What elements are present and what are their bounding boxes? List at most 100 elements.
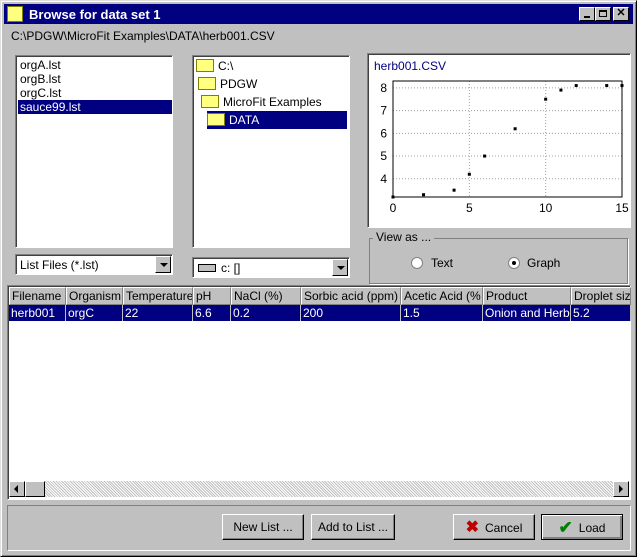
folder-tree-item[interactable]: MicroFit Examples [201, 93, 322, 111]
chart-axes: 0 5 10 15 4 5 6 7 8 [380, 80, 629, 215]
chevron-right-icon [619, 485, 623, 493]
cancel-button[interactable]: ✖ Cancel [453, 514, 535, 540]
folder-tree-item[interactable]: PDGW [198, 75, 257, 93]
drive-icon [198, 264, 216, 272]
folder-tree-item[interactable]: C:\ [196, 57, 233, 75]
column-header[interactable]: pH [193, 287, 231, 305]
column-header[interactable]: Organism [66, 287, 123, 305]
folder-label: DATA [229, 113, 260, 127]
data-point [544, 97, 548, 101]
load-button[interactable]: ✔ Load [541, 514, 623, 540]
x-tick-label: 5 [466, 201, 473, 215]
data-point [605, 84, 609, 88]
table-cell[interactable]: 5.2 [571, 305, 631, 321]
folder-tree[interactable]: C:\ PDGW MicroFit Examples DATA [192, 55, 350, 248]
chart-title: herb001.CSV [374, 59, 446, 73]
view-as-text-radio[interactable] [411, 257, 423, 269]
data-table[interactable]: Filename Organism Temperature pH NaCl (%) Sor… [7, 285, 631, 500]
column-header[interactable]: Filename [9, 287, 66, 305]
data-point [452, 188, 456, 192]
column-header[interactable]: NaCl (%) [231, 287, 301, 305]
folder-icon [198, 77, 216, 91]
chart-grid [392, 81, 623, 197]
column-header[interactable]: Product [483, 287, 571, 305]
file-type-value: List Files (*.lst) [20, 258, 99, 272]
column-header[interactable]: Droplet size [571, 287, 631, 305]
file-list-item[interactable]: sauce99.lst [18, 100, 172, 114]
title-bar[interactable]: Browse for data set 1 ✕ [4, 4, 633, 24]
drive-combo[interactable]: c: [] [192, 257, 350, 278]
minimize-button[interactable] [579, 7, 595, 21]
file-list-item[interactable]: orgA.lst [18, 58, 63, 72]
minimize-icon [584, 16, 590, 18]
folder-icon [201, 95, 219, 109]
browse-dialog: Browse for data set 1 ✕ C:\PDGW\MicroFit… [0, 0, 637, 557]
new-list-button[interactable]: New List ... [222, 514, 304, 540]
add-to-list-button[interactable]: Add to List ... [311, 514, 395, 540]
scroll-right-button[interactable] [613, 481, 629, 497]
column-header[interactable]: Sorbic acid (ppm) [301, 287, 401, 305]
chart-points [391, 84, 624, 199]
table-cell[interactable]: 1.5 [401, 305, 483, 321]
folder-tree-item[interactable]: DATA [207, 111, 347, 129]
table-cell[interactable]: Onion and Herb [483, 305, 571, 321]
column-header[interactable]: Temperature [123, 287, 193, 305]
current-file-path: C:\PDGW\MicroFit Examples\DATA\herb001.C… [11, 29, 275, 43]
y-tick-label: 4 [380, 172, 387, 186]
data-point [422, 193, 426, 197]
data-point [559, 88, 563, 92]
folder-label: MicroFit Examples [223, 95, 322, 109]
column-header[interactable]: Acetic Acid (% [401, 287, 483, 305]
maximize-button[interactable] [595, 7, 611, 21]
folder-label: C:\ [218, 59, 234, 73]
folder-icon [196, 59, 214, 73]
x-tick-label: 0 [390, 201, 397, 215]
app-chart-icon [7, 6, 23, 22]
table-cell[interactable]: orgC [66, 305, 123, 321]
x-tick-label: 10 [539, 201, 553, 215]
checkmark-icon: ✔ [558, 517, 573, 537]
y-tick-label: 6 [380, 126, 387, 140]
view-as-text-label[interactable]: Text [431, 256, 453, 270]
file-list-item[interactable]: orgB.lst [18, 72, 63, 86]
table-cell[interactable]: 22 [123, 305, 193, 321]
maximize-icon [599, 10, 607, 17]
table-cell[interactable]: 6.6 [193, 305, 231, 321]
view-as-graph-label[interactable]: Graph [527, 256, 560, 270]
y-tick-label: 5 [380, 149, 387, 163]
file-list[interactable]: orgA.lst orgB.lst orgC.lst sauce99.lst [15, 55, 173, 248]
file-type-dropdown-button[interactable] [155, 256, 171, 273]
scatter-chart: herb001.CSV 0 5 10 15 4 5 6 7 8 [374, 59, 629, 215]
table-cell[interactable]: 0.2 [231, 305, 301, 321]
drive-value: c: [] [221, 261, 241, 275]
table-cell[interactable]: 200 [301, 305, 401, 321]
view-as-graph-radio[interactable] [508, 257, 520, 269]
cancel-label: Cancel [485, 520, 523, 535]
data-point [574, 84, 578, 88]
folder-label: PDGW [220, 77, 258, 91]
scroll-left-button[interactable] [9, 481, 25, 497]
graph-preview: herb001.CSV 0 5 10 15 4 5 6 7 8 [367, 53, 631, 228]
file-type-combo[interactable]: List Files (*.lst) [15, 254, 173, 275]
data-point [483, 154, 487, 158]
data-point [620, 84, 624, 88]
plot-frame [392, 80, 623, 198]
data-point [467, 172, 471, 176]
x-tick-label: 15 [615, 201, 629, 215]
load-label: Load [578, 520, 606, 535]
folder-open-icon [207, 113, 225, 127]
y-tick-label: 7 [380, 104, 387, 118]
horizontal-scrollbar[interactable] [9, 481, 629, 497]
close-button[interactable]: ✕ [613, 7, 629, 21]
window-title: Browse for data set 1 [29, 7, 161, 22]
close-icon: ✕ [616, 7, 626, 19]
chevron-left-icon [14, 485, 18, 493]
file-list-item[interactable]: orgC.lst [18, 86, 63, 100]
y-tick-label: 8 [380, 81, 387, 95]
view-as-label: View as ... [373, 230, 435, 244]
table-cell[interactable]: herb001 [9, 305, 66, 321]
data-point [391, 195, 395, 199]
scroll-thumb[interactable] [25, 481, 45, 497]
data-point [513, 127, 517, 131]
drive-dropdown-button[interactable] [332, 259, 348, 276]
